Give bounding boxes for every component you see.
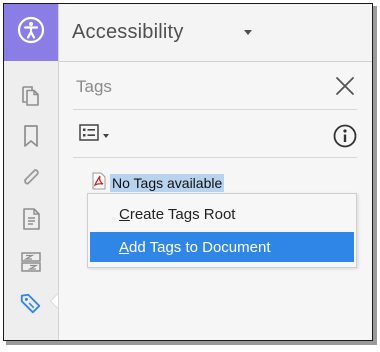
close-icon[interactable] (334, 75, 356, 97)
tool-title[interactable]: Accessibility (72, 21, 184, 44)
chevron-down-icon (103, 133, 109, 138)
pdf-tag-icon (91, 172, 107, 195)
create-tags-root-menu-item[interactable]: Create Tags Root (90, 199, 354, 229)
list-options-icon (79, 123, 101, 147)
tags-panel: Tags No Tags available C reate Tags Root… (59, 62, 372, 340)
accessibility-tool-button[interactable] (4, 4, 58, 61)
accessibility-icon (17, 16, 45, 49)
divider (73, 157, 357, 158)
tool-header: Accessibility (59, 4, 372, 62)
pages-icon[interactable] (19, 84, 43, 108)
order-icon[interactable] (19, 250, 43, 274)
divider (73, 109, 357, 110)
panel-title: Tags (76, 77, 112, 96)
acrobat-pane: Accessibility Tags No Tags available C r… (3, 3, 373, 341)
info-icon[interactable] (333, 124, 357, 148)
options-menu-button[interactable] (79, 123, 119, 147)
attachment-icon[interactable] (19, 165, 43, 189)
tool-rail (4, 4, 59, 340)
tags-icon[interactable] (19, 292, 43, 316)
chevron-down-icon[interactable] (244, 30, 252, 35)
tag-tree-root[interactable]: No Tags available (91, 172, 225, 195)
bookmark-icon[interactable] (19, 124, 43, 148)
context-menu: Create Tags Root Add Tags to Document (87, 193, 357, 268)
tag-status-text: No Tags available (110, 174, 225, 192)
content-icon[interactable] (19, 207, 43, 231)
add-tags-to-document-menu-item[interactable]: Add Tags to Document (90, 232, 354, 262)
